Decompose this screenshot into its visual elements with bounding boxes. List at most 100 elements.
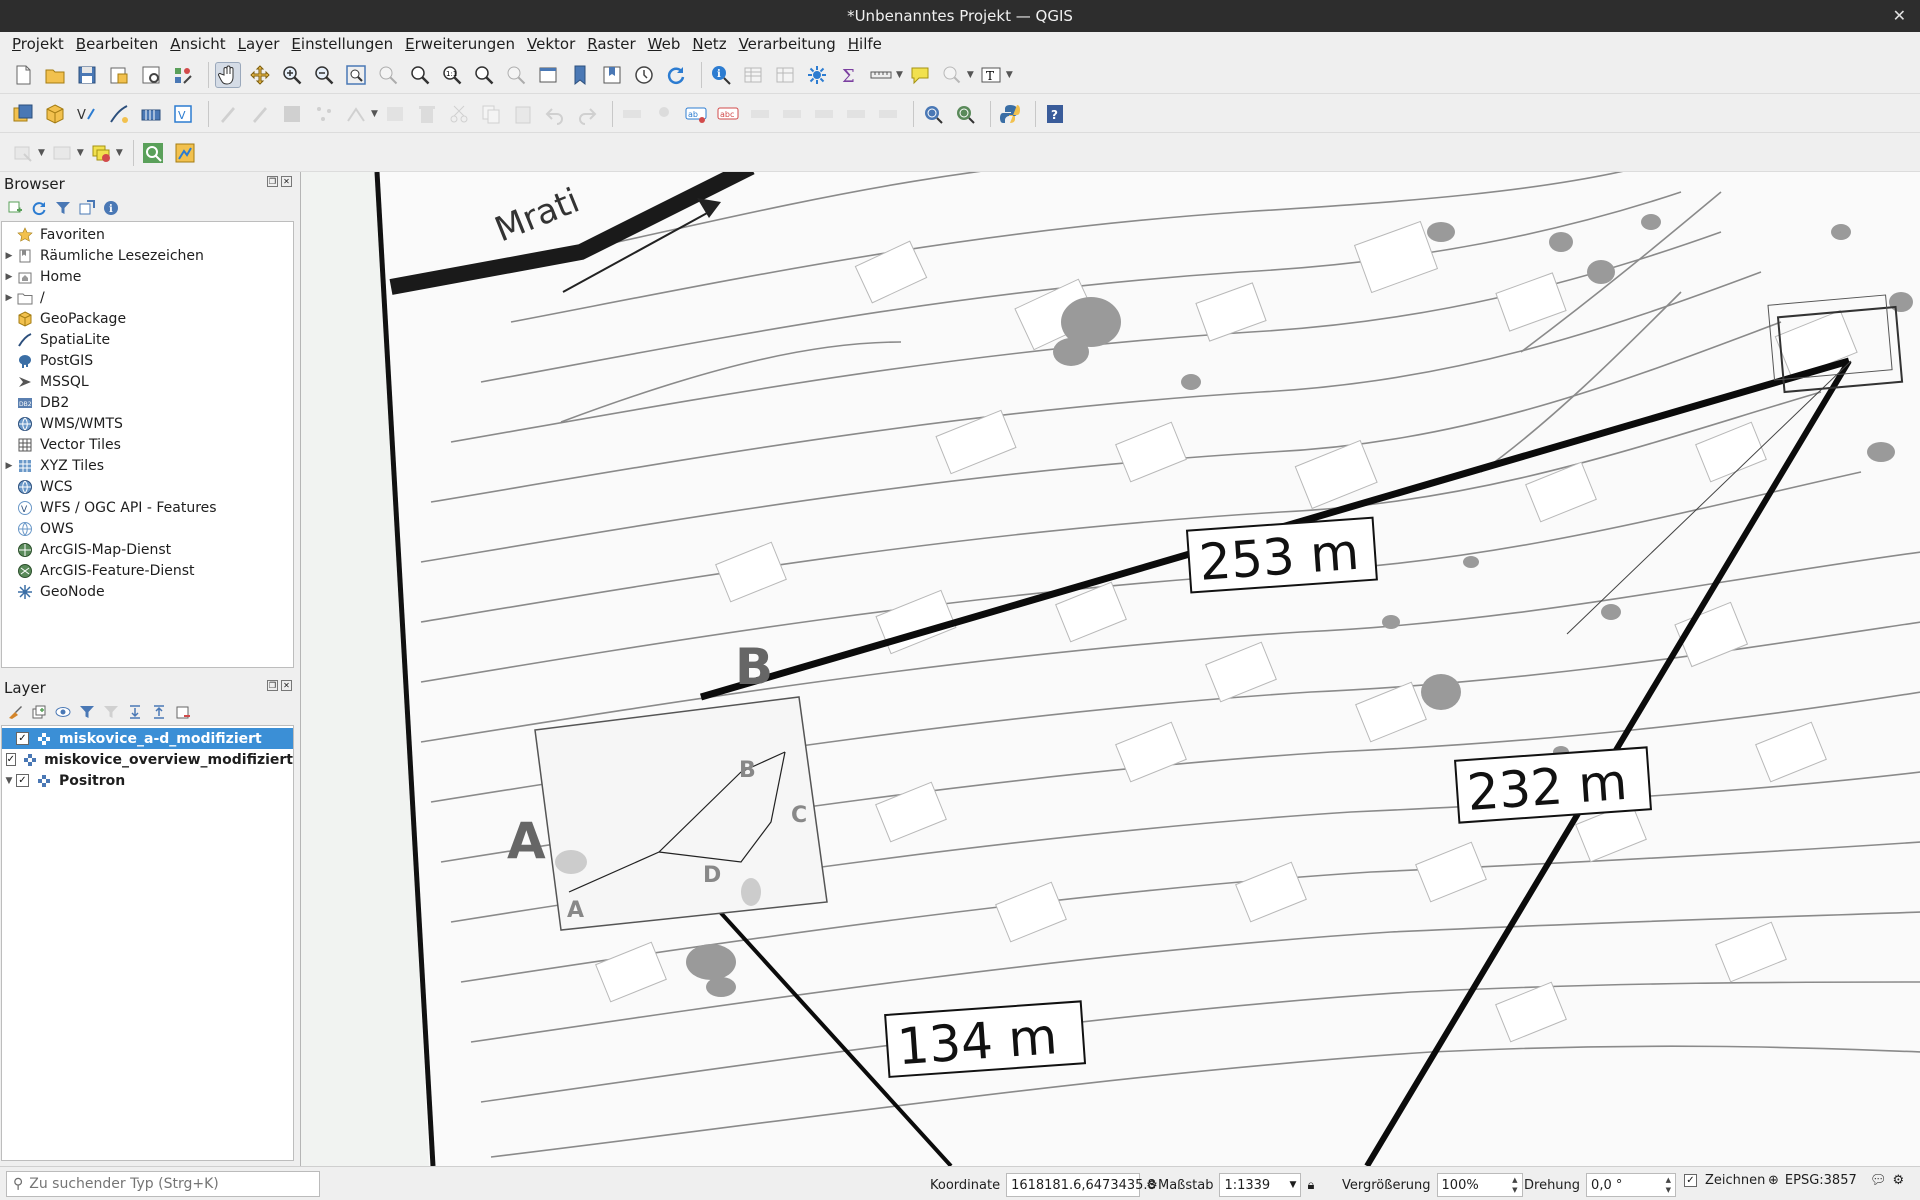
expand-arrow-icon[interactable]: ▶ [2, 461, 16, 471]
abc-labels-icon[interactable]: ab [683, 101, 709, 127]
menu-item[interactable]: Vektor [521, 35, 581, 53]
network-icon[interactable]: ⚙ [1893, 1173, 1905, 1188]
delete-selected-icon[interactable] [414, 101, 440, 127]
open-attribute-table-icon[interactable] [740, 62, 766, 88]
vertex-tool-icon[interactable] [343, 101, 369, 127]
cut-features-icon[interactable] [446, 101, 472, 127]
browser-item[interactable]: MSSQL [2, 371, 293, 392]
paste-features-icon[interactable] [510, 101, 536, 127]
collapse-all-icon[interactable] [150, 703, 168, 721]
menu-item[interactable]: Ansicht [164, 35, 231, 53]
processing-toolbox-icon[interactable] [804, 62, 830, 88]
zoom-in-icon[interactable] [279, 62, 305, 88]
browser-item[interactable]: PostGIS [2, 350, 293, 371]
zoom-native-icon[interactable]: 1:1 [439, 62, 465, 88]
filter-icon[interactable] [54, 199, 72, 217]
filter-legend-icon[interactable] [78, 703, 96, 721]
crs-value[interactable]: EPSG:3857 [1785, 1173, 1857, 1188]
new-map-view-icon[interactable] [535, 62, 561, 88]
layer-visibility-checkbox[interactable]: ✓ [5, 753, 17, 766]
chevron-down-icon[interactable]: ▼ [896, 70, 903, 80]
refresh-icon[interactable] [663, 62, 689, 88]
new-spatialite-layer-icon[interactable] [106, 101, 132, 127]
new-geopackage-layer-icon[interactable] [42, 101, 68, 127]
chevron-down-icon[interactable]: ▼ [38, 148, 45, 158]
label-toolbar-icon[interactable] [619, 101, 645, 127]
new-shapefile-layer-icon[interactable]: V [74, 101, 100, 127]
browser-item[interactable]: V WFS / OGC API - Features [2, 497, 293, 518]
browser-item[interactable]: Favoriten [2, 224, 293, 245]
browser-item[interactable]: ▶ Räumliche Lesezeichen [2, 245, 293, 266]
zoom-full-icon[interactable] [343, 62, 369, 88]
copy-features-icon[interactable] [478, 101, 504, 127]
browser-item[interactable]: ▶ Home [2, 266, 293, 287]
lock-scale-icon[interactable]: 🔒︎ [1307, 1178, 1314, 1193]
manage-map-themes-icon[interactable] [54, 703, 72, 721]
map-canvas[interactable]: Mrati A B C D A B 253 m 232 m 134 m [300, 172, 1920, 1166]
rotation-field[interactable]: 0,0 ° ▲ ▼ [1586, 1173, 1677, 1197]
menu-item[interactable]: Hilfe [842, 35, 888, 53]
float-panel-icon[interactable]: ❐ [267, 680, 278, 691]
zoom-to-selection-icon[interactable] [375, 62, 401, 88]
new-temporary-layer-icon[interactable] [138, 101, 164, 127]
browser-item[interactable]: Vector Tiles [2, 434, 293, 455]
menu-item[interactable]: Bearbeiten [70, 35, 164, 53]
browser-item[interactable]: WCS [2, 476, 293, 497]
menu-item[interactable]: Projekt [6, 35, 70, 53]
redo-icon[interactable] [574, 101, 600, 127]
label-properties-icon[interactable] [875, 101, 901, 127]
rotation-spinner[interactable]: ▲ ▼ [1666, 1175, 1671, 1195]
menu-item[interactable]: Verarbeitung [733, 35, 842, 53]
identify-features-icon[interactable]: i [708, 62, 734, 88]
chevron-down-icon[interactable]: ▼ [967, 70, 974, 80]
menu-item[interactable]: Erweiterungen [399, 35, 521, 53]
menu-item[interactable]: Einstellungen [285, 35, 399, 53]
modify-attributes-icon[interactable] [382, 101, 408, 127]
layout-manager-icon[interactable] [138, 62, 164, 88]
zoom-out-icon[interactable] [311, 62, 337, 88]
close-panel-icon[interactable]: ✕ [281, 680, 292, 691]
pin-labels-icon[interactable] [651, 101, 677, 127]
select-feature-icon[interactable] [939, 62, 965, 88]
georeferencer-icon[interactable] [172, 140, 198, 166]
add-feature-icon[interactable] [311, 101, 337, 127]
layer-visibility-checkbox[interactable]: ✓ [16, 732, 29, 745]
browser-item[interactable]: ▶ / [2, 287, 293, 308]
toggle-editing-icon[interactable] [247, 101, 273, 127]
refresh-icon[interactable] [30, 199, 48, 217]
remove-layer-icon[interactable] [174, 703, 192, 721]
temporal-controller-icon[interactable] [631, 62, 657, 88]
magnifier-spinner[interactable]: ▲ ▼ [1512, 1175, 1517, 1195]
filter-by-expression-icon[interactable] [102, 703, 120, 721]
magnifier-field[interactable]: 100% ▲ ▼ [1436, 1173, 1523, 1197]
browser-item[interactable]: GeoNode [2, 581, 293, 602]
metasearch-icon[interactable] [920, 101, 946, 127]
chevron-down-icon[interactable]: ▼ [1006, 70, 1013, 80]
browser-item[interactable]: OWS [2, 518, 293, 539]
browser-item[interactable]: ArcGIS-Map-Dienst [2, 539, 293, 560]
float-panel-icon[interactable]: ❐ [267, 176, 278, 187]
pan-map-icon[interactable] [215, 61, 241, 88]
add-group-icon[interactable] [30, 703, 48, 721]
undo-icon[interactable] [542, 101, 568, 127]
zoom-to-layer-icon[interactable] [407, 62, 433, 88]
layer-visibility-checkbox[interactable]: ✓ [16, 774, 29, 787]
style-manager-icon[interactable] [170, 62, 196, 88]
browser-item[interactable]: ArcGIS-Feature-Dienst [2, 560, 293, 581]
layer-item[interactable]: ▼ ✓ Positron [2, 770, 293, 791]
expand-arrow-icon[interactable]: ▶ [2, 293, 16, 303]
abc-diagrams-icon[interactable]: abc [715, 101, 741, 127]
add-selected-layers-icon[interactable] [6, 199, 24, 217]
expand-all-icon[interactable] [126, 703, 144, 721]
locator-search-input[interactable] [29, 1176, 310, 1192]
save-project-icon[interactable] [74, 62, 100, 88]
browser-item[interactable]: ▶ XYZ Tiles [2, 455, 293, 476]
current-edits-icon[interactable] [215, 101, 241, 127]
move-label-icon[interactable] [747, 101, 773, 127]
python-console-icon[interactable] [997, 101, 1023, 127]
new-virtual-layer-icon[interactable]: V [170, 101, 196, 127]
data-source-manager-icon[interactable] [10, 101, 36, 127]
locator-search-box[interactable]: ⚲ [6, 1171, 320, 1197]
browser-item[interactable]: SpatiaLite [2, 329, 293, 350]
text-annotation-icon[interactable]: T [978, 62, 1004, 88]
